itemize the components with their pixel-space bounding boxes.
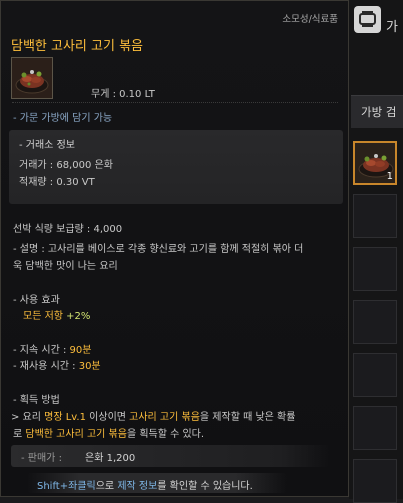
effect-value: +2% — [66, 311, 91, 322]
market-price: 거래가 : 68,000 은화 — [19, 160, 113, 171]
duration: - 지속 시간 : 90분 — [13, 341, 91, 356]
inventory-slot[interactable] — [353, 300, 397, 344]
market-info-header: - 거래소 정보 — [19, 140, 75, 151]
sell-price-label: - 판매가 : — [21, 453, 62, 464]
duration-label: - 지속 시간 : — [13, 345, 70, 356]
shortcut-hint-bar: Shift+좌클릭으로 제작 정보를 확인할 수 있습니다. — [27, 473, 287, 493]
divider — [12, 102, 338, 103]
item-category: 소모성/식료품 — [282, 14, 338, 25]
slot-quantity: 1 — [386, 171, 393, 182]
description-line-2: 욱 담백한 맛이 나는 요리 — [13, 261, 118, 272]
acquire-text: 담백한 고사리 고기 볶음 — [25, 429, 127, 440]
acquire-text: 을 획득할 수 있다. — [126, 429, 205, 440]
cooldown-value: 30분 — [78, 361, 101, 372]
inventory-slot[interactable] — [353, 406, 397, 450]
inventory-slot[interactable] — [353, 353, 397, 397]
inventory-search-tab[interactable]: 가방 검 — [351, 95, 403, 128]
hint-target: 제작 정보 — [117, 481, 158, 492]
acquire-text: > 요리 — [11, 412, 45, 423]
acquire-text: 고사리 고기 볶음 — [129, 412, 200, 423]
item-title: 담백한 고사리 고기 볶음 — [11, 39, 143, 54]
description-line-1: - 설명 : 고사리를 베이스로 각종 향신료와 고기를 함께 적절히 볶아 더 — [13, 244, 304, 255]
use-effect: 모든 저항 +2% — [23, 307, 90, 322]
inventory-search-label: 가방 검 — [361, 105, 397, 119]
inventory-slot[interactable] — [353, 247, 397, 291]
item-weight: 무게 : 0.10 LT — [91, 89, 155, 100]
inventory-title: 가 — [386, 20, 398, 35]
bag-icon[interactable] — [354, 6, 381, 33]
meat-dish-icon — [11, 57, 53, 99]
effect-label: 모든 저항 — [23, 311, 63, 322]
acquire-line-1: > 요리 명장 Lv.1 이상이면 고사리 고기 볶음을 제작할 때 낮은 확률 — [11, 408, 295, 423]
sell-price-value: 은화 1,200 — [85, 453, 136, 464]
family-bag-note: - 가문 가방에 담기 가능 — [13, 113, 113, 124]
market-info-box: - 거래소 정보 거래가 : 68,000 은화 적재량 : 0.30 VT — [9, 130, 343, 204]
acquire-line-2: 로 담백한 고사리 고기 볶음을 획득할 수 있다. — [13, 425, 204, 440]
cooldown-label: - 재사용 시간 : — [13, 361, 79, 372]
sell-price-box: - 판매가 : 은화 1,200 — [11, 445, 329, 467]
inventory-slot[interactable] — [353, 459, 397, 503]
cooldown: - 재사용 시간 : 30분 — [13, 357, 101, 372]
acquire-text: 을 제작할 때 낮은 확률 — [199, 412, 296, 423]
hint-text: 으로 — [95, 481, 118, 492]
acquire-header: - 획득 방법 — [13, 395, 60, 406]
acquire-text: 명장 Lv.1 — [44, 412, 86, 423]
hint-key: Shift+좌클릭 — [37, 481, 96, 492]
ship-supply: 선박 식량 보급량 : 4,000 — [13, 224, 123, 235]
duration-value: 90분 — [69, 345, 92, 356]
hint-text: 를 확인할 수 있습니다. — [157, 481, 253, 492]
cargo-load: 적재량 : 0.30 VT — [19, 177, 95, 188]
inventory-slot[interactable] — [353, 194, 397, 238]
acquire-text: 이상이면 — [85, 412, 130, 423]
use-effect-header: - 사용 효과 — [13, 295, 60, 306]
inventory-slot[interactable]: 1 — [353, 141, 397, 185]
shortcut-hint: Shift+좌클릭으로 제작 정보를 확인할 수 있습니다. — [37, 477, 253, 492]
item-tooltip: 소모성/식료품 담백한 고사리 고기 볶음 무게 : 0.10 LT - 가문 … — [0, 0, 349, 497]
acquire-text: 로 — [13, 429, 26, 440]
